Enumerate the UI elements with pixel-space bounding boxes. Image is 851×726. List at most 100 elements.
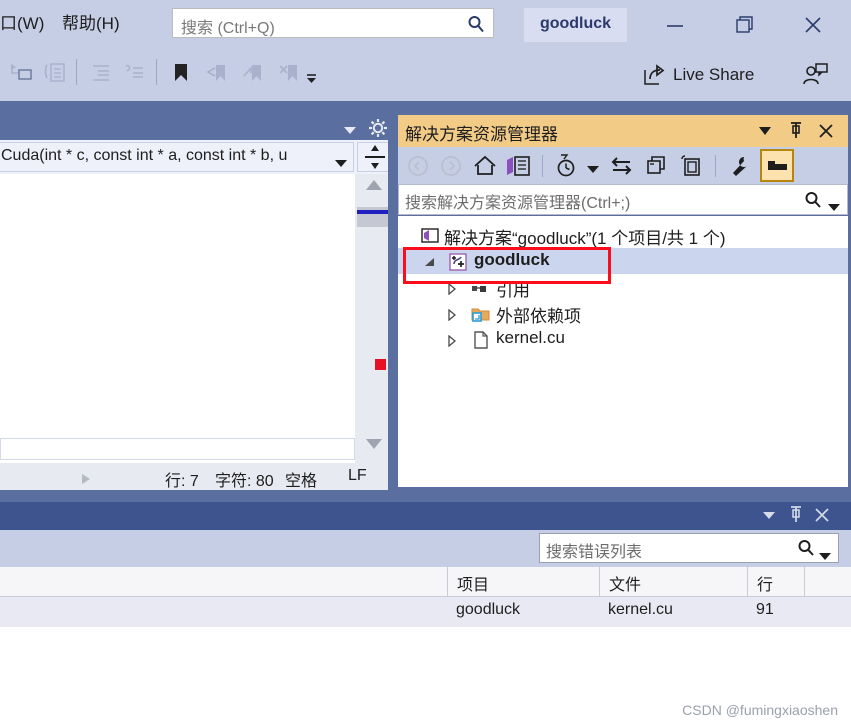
chevron-down-icon[interactable] (335, 155, 347, 173)
error-list-top-strip (0, 490, 851, 502)
sync-with-active-document-icon[interactable] (609, 154, 635, 183)
pin-icon[interactable] (787, 121, 805, 146)
solution-explorer-panel: 解决方案资源管理器 搜索解决方案资源管理器(Ctrl+;) 解决方案“goodl… (395, 113, 851, 490)
comment-out-icon[interactable] (8, 60, 34, 91)
window-dropdown-icon[interactable] (760, 506, 778, 529)
close-icon[interactable] (812, 506, 832, 531)
search-icon[interactable] (803, 190, 823, 215)
overflow-chevron-icon[interactable] (305, 72, 319, 90)
cell-line: 91 (747, 597, 804, 627)
scroll-down-icon[interactable] (364, 437, 384, 456)
window-dropdown-icon[interactable] (756, 121, 774, 144)
chevron-down-icon[interactable] (341, 123, 359, 141)
show-all-files-button[interactable] (760, 149, 794, 182)
menu-window[interactable]: 口(W) (0, 9, 44, 34)
solution-explorer-toolbar (398, 147, 848, 184)
share-icon[interactable] (641, 63, 667, 94)
editor-text-area[interactable] (0, 174, 355, 433)
minimize-button[interactable] (652, 8, 698, 42)
toolbar-separator (76, 59, 77, 85)
cell-line-value: 91 (756, 601, 774, 618)
column-extra[interactable] (804, 567, 851, 596)
error-list-title-bar (0, 502, 851, 530)
tree-item-project-goodluck-label: goodluck (474, 250, 550, 269)
title-bar: 口(W) 帮助(H) 搜索 (Ctrl+Q) goodluck (0, 0, 851, 48)
pane-splitter[interactable] (388, 113, 395, 490)
toolbar-bottom-strip (0, 101, 851, 113)
column-file-label: 文件 (609, 577, 642, 594)
table-row[interactable]: goodluck kernel.cu 91 (0, 597, 851, 627)
solution-explorer-search-input[interactable]: 搜索解决方案资源管理器(Ctrl+;) (398, 184, 848, 215)
editor-status-bar: 行: 7 字符: 80 空格 LF (0, 463, 394, 490)
uncomment-icon[interactable] (42, 60, 68, 91)
expander-collapse-icon[interactable] (424, 256, 436, 274)
decrease-indent-icon[interactable] (122, 60, 148, 91)
solution-tree[interactable]: 解决方案“goodluck”(1 个项目/共 1 个) goodluck 引用 … (398, 216, 848, 487)
solution-explorer-view-icon[interactable] (506, 154, 532, 183)
tree-item-project-goodluck[interactable]: goodluck (398, 248, 848, 274)
member-dropdown[interactable]: Cuda(int * c, const int * a, const int *… (0, 142, 354, 172)
error-list-panel: 搜索错误列表 项目 文件 行 goodluck kernel.cu 91 (0, 490, 851, 726)
tree-item-solution-label: 解决方案“goodluck”(1 个项目/共 1 个) (444, 229, 726, 248)
column-project[interactable]: 项目 (447, 567, 599, 596)
previous-bookmark-icon[interactable] (204, 60, 230, 91)
solution-name-text: goodluck (539, 15, 612, 32)
forward-navigation-icon[interactable] (439, 154, 463, 183)
column-line[interactable]: 行 (747, 567, 804, 596)
quick-launch-search[interactable]: 搜索 (Ctrl+Q) (172, 8, 494, 38)
chevron-down-icon[interactable] (586, 161, 600, 179)
tree-item-kernel-cu[interactable]: kernel.cu (398, 326, 848, 352)
next-bookmark-icon[interactable] (240, 60, 266, 91)
close-button[interactable] (790, 8, 836, 42)
collapse-all-icon[interactable] (679, 154, 705, 183)
watermark-text: CSDN @fumingxiaoshen (682, 702, 838, 718)
maximize-button[interactable] (721, 8, 767, 42)
tree-item-references-label: 引用 (496, 281, 530, 300)
tree-item-external-dependencies[interactable]: 外部依赖项 (398, 300, 848, 326)
column-line-label: 行 (757, 577, 774, 594)
member-dropdown-value: Cuda(int * c, const int * a, const int *… (1, 147, 288, 164)
expander-expand-icon[interactable] (446, 282, 458, 300)
text-editor-toolbar: Live Share (0, 48, 851, 101)
chevron-down-icon[interactable] (819, 547, 831, 565)
home-icon[interactable] (472, 154, 498, 183)
editor-inline-box (0, 438, 355, 460)
back-navigation-icon[interactable] (406, 154, 430, 183)
bookmark-icon[interactable] (168, 60, 194, 91)
properties-icon[interactable] (727, 154, 753, 183)
tree-item-solution[interactable]: 解决方案“goodluck”(1 个项目/共 1 个) (398, 222, 848, 248)
visual-studio-window: 口(W) 帮助(H) 搜索 (Ctrl+Q) goodluck Live Sha… (0, 0, 851, 726)
close-icon[interactable] (816, 121, 836, 146)
account-badge-icon[interactable] (800, 61, 830, 96)
editor-tab-strip (0, 113, 394, 140)
cell-project-value: goodluck (456, 601, 521, 618)
expander-expand-icon[interactable] (446, 308, 458, 326)
live-share-label[interactable]: Live Share (673, 65, 754, 85)
solution-explorer-title-bar: 解决方案资源管理器 (398, 115, 848, 147)
toolbar-separator-2 (156, 59, 157, 85)
solution-name-badge: goodluck (524, 8, 627, 42)
scroll-up-icon[interactable] (364, 178, 384, 197)
scrollbar-error-marker[interactable] (375, 359, 386, 370)
chevron-down-icon[interactable] (828, 198, 840, 216)
code-editor-pane: Cuda(int * c, const int * a, const int *… (0, 113, 394, 490)
column-file[interactable]: 文件 (599, 567, 747, 596)
status-line-ending: LF (348, 467, 367, 484)
search-icon[interactable] (796, 538, 816, 563)
status-column-number: 字符: 80 (215, 473, 274, 490)
solution-explorer-search-placeholder: 搜索解决方案资源管理器(Ctrl+;) (405, 195, 631, 212)
error-list-search-input[interactable]: 搜索错误列表 (539, 533, 839, 563)
pin-icon[interactable] (787, 506, 805, 531)
play-arrow-icon (79, 472, 93, 491)
expander-expand-icon[interactable] (446, 334, 458, 352)
toolbar-separator-2 (715, 155, 716, 177)
clear-bookmarks-icon[interactable] (276, 60, 302, 91)
increase-indent-icon[interactable] (88, 60, 114, 91)
toolbar-separator (542, 155, 543, 177)
error-list-header-row: 项目 文件 行 (0, 567, 851, 597)
refresh-icon[interactable] (644, 154, 670, 183)
menu-help[interactable]: 帮助(H) (62, 9, 120, 34)
tree-item-references[interactable]: 引用 (398, 274, 848, 300)
pending-changes-filter-icon[interactable] (554, 154, 580, 183)
file-icon (472, 330, 490, 355)
